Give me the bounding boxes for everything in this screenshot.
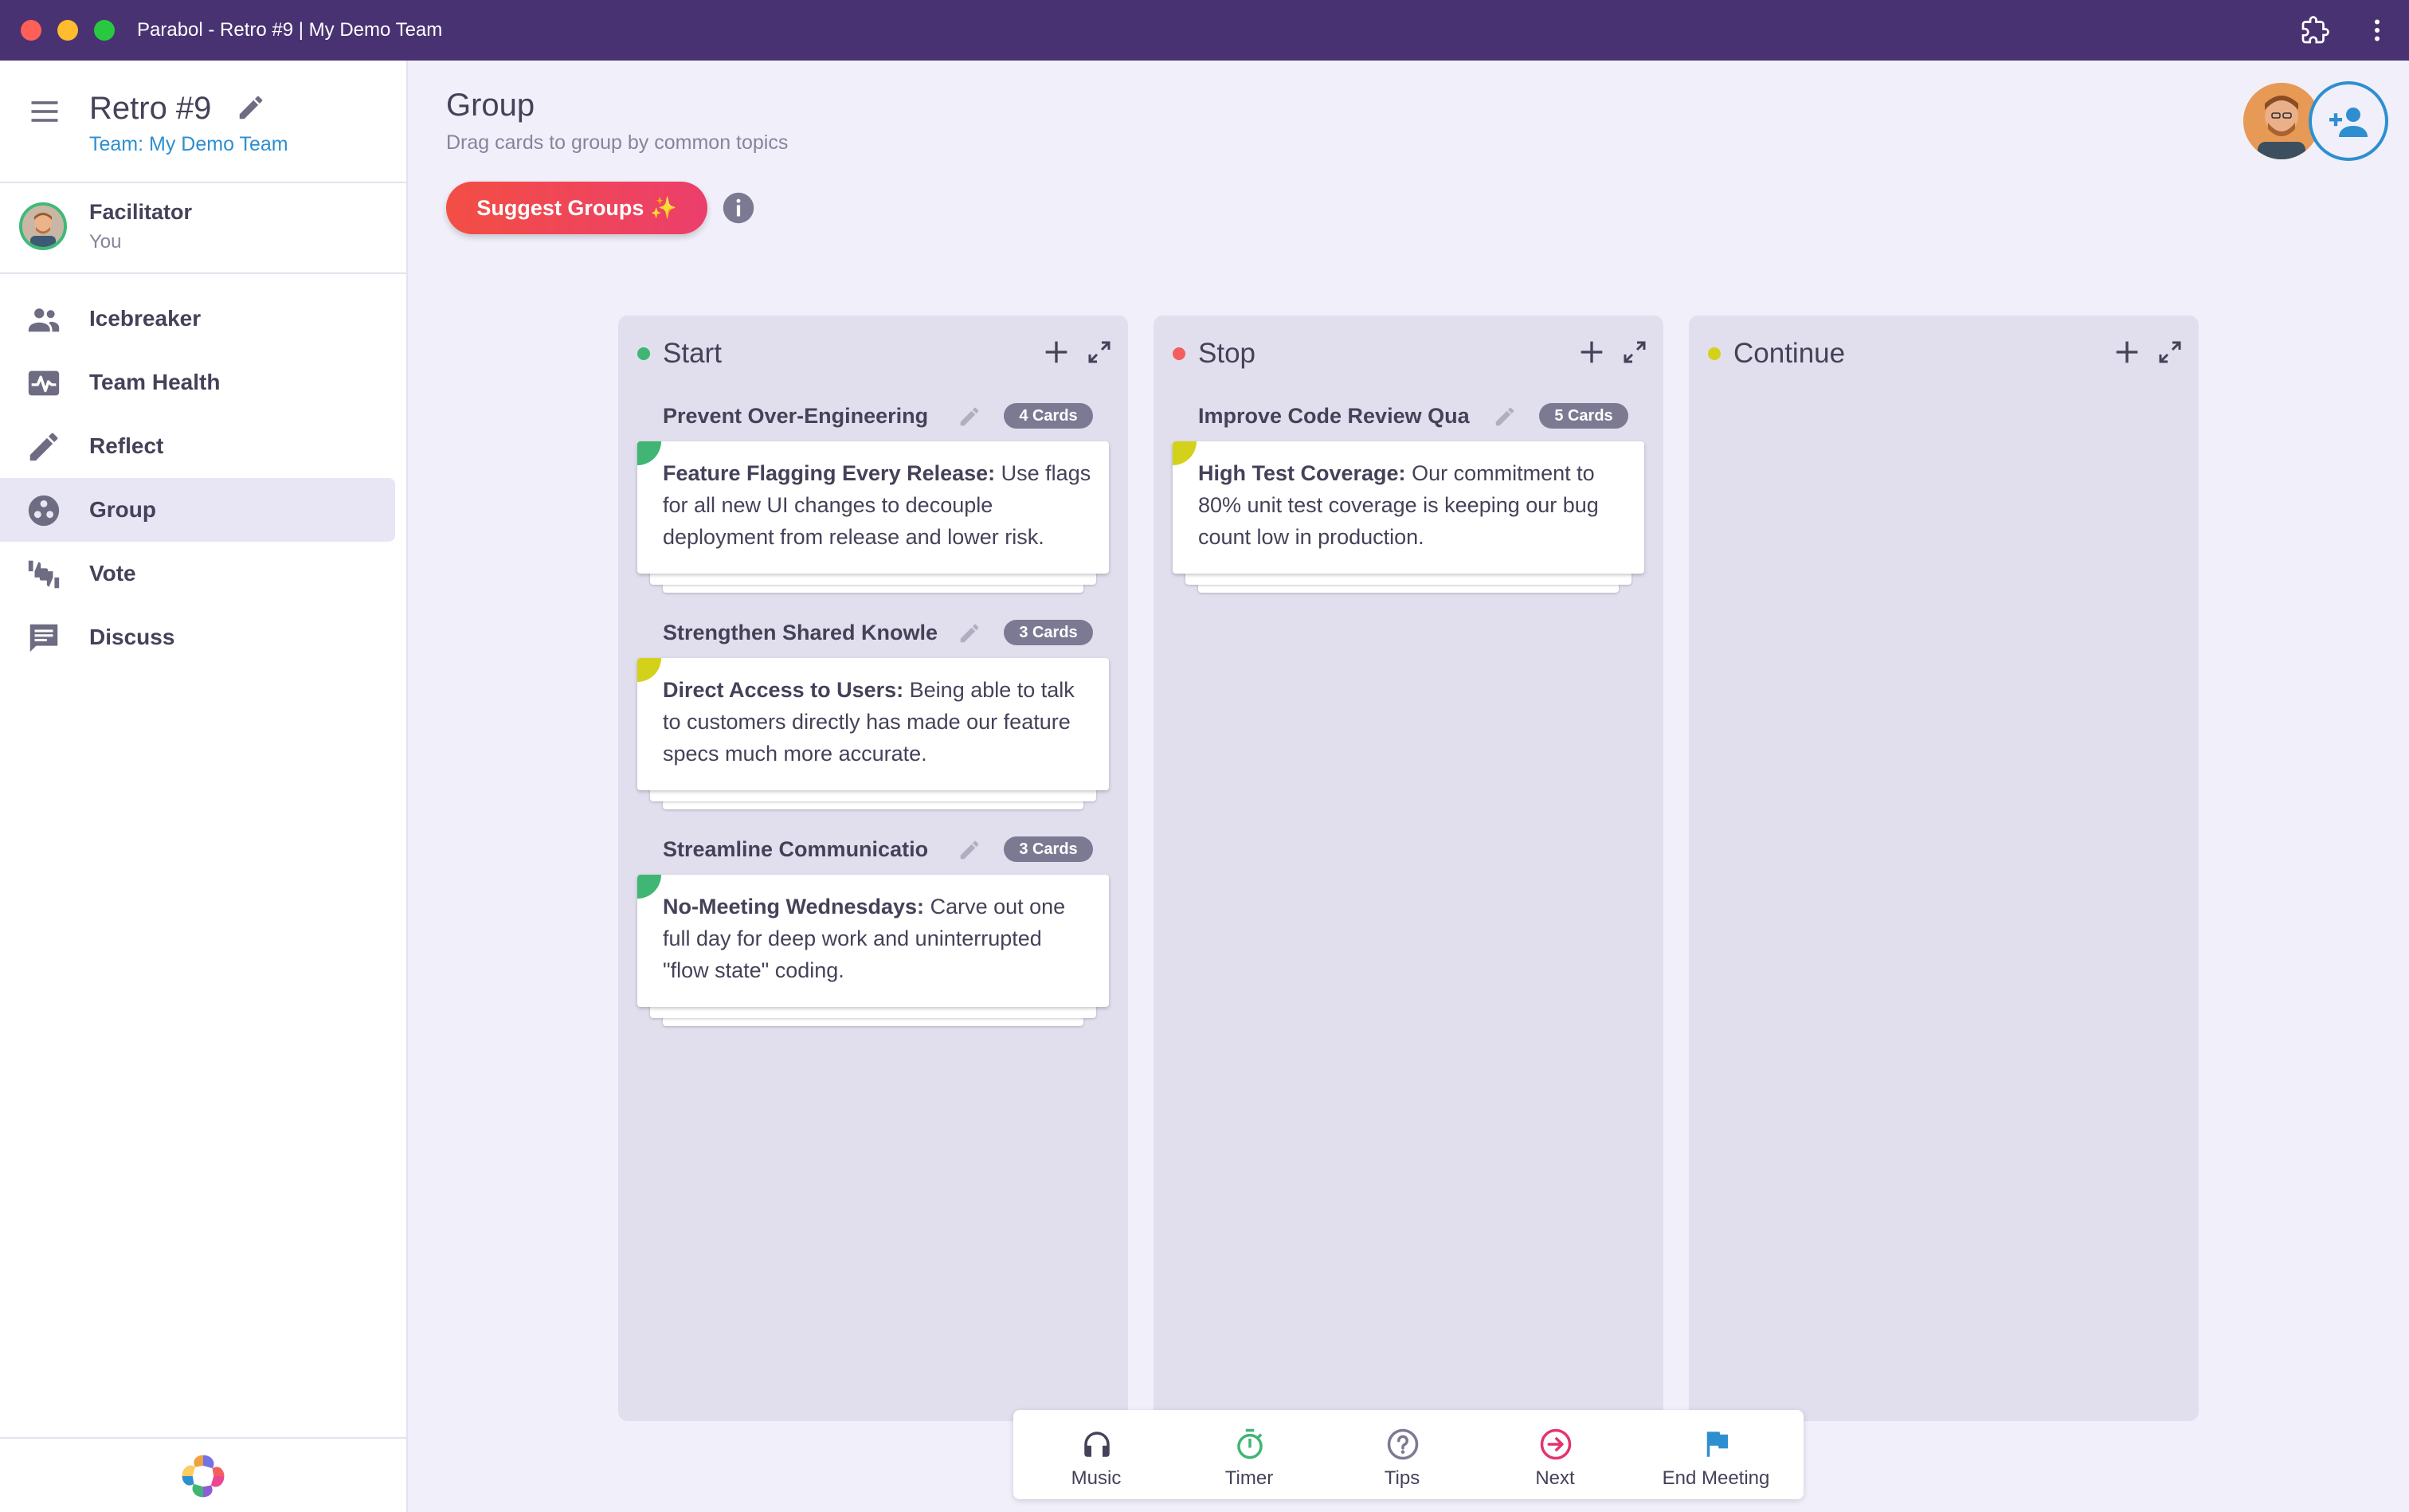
expand-icon[interactable] — [1085, 338, 1114, 366]
edit-icon[interactable] — [1493, 405, 1517, 429]
card-count-badge: 3 Cards — [1004, 836, 1093, 862]
card-text: No-Meeting Wednesdays: Carve out one ful… — [663, 895, 1066, 982]
sidebar-item-group[interactable]: Group — [0, 478, 395, 542]
reflection-card[interactable]: No-Meeting Wednesdays: Carve out one ful… — [637, 875, 1109, 1007]
sidebar: Retro #9 Team: My Demo Team Facilitator … — [0, 61, 408, 1512]
group-work-icon — [28, 495, 60, 527]
sidebar-divider — [0, 1437, 406, 1439]
parabol-logo-icon[interactable] — [177, 1450, 229, 1502]
thumbs-icon — [28, 560, 60, 589]
more-vert-icon[interactable] — [2368, 16, 2387, 45]
sidebar-item-discuss[interactable]: Discuss — [0, 605, 395, 669]
card-count-badge: 3 Cards — [1004, 620, 1093, 645]
group-title[interactable]: Prevent Over-Engineering — [663, 400, 943, 432]
column-stop: Stop Improve Code Review Qua 5 Cards Hig… — [1154, 315, 1663, 1421]
bottom-bar: Music Timer Tips Next End Meeting — [1013, 1410, 1804, 1499]
window-title: Parabol - Retro #9 | My Demo Team — [137, 19, 443, 41]
sidebar-item-label: Group — [89, 497, 156, 522]
edit-title-icon[interactable] — [236, 92, 266, 123]
facilitator-label: Facilitator — [89, 200, 193, 224]
music-button[interactable]: Music — [1024, 1410, 1168, 1499]
tips-button[interactable]: Tips — [1330, 1410, 1474, 1499]
minimize-window-button[interactable] — [57, 20, 78, 41]
info-icon[interactable] — [722, 191, 755, 225]
end-meeting-button[interactable]: End Meeting — [1644, 1410, 1788, 1499]
card-color-tag — [1173, 441, 1197, 465]
reflection-card[interactable]: Feature Flagging Every Release: Use flag… — [637, 441, 1109, 574]
flag-icon — [1706, 1432, 1728, 1457]
facilitator-sub: You — [89, 231, 122, 253]
menu-icon[interactable] — [27, 94, 62, 129]
edit-icon[interactable] — [958, 405, 981, 429]
help-icon — [1387, 1428, 1419, 1460]
column-color-dot — [1708, 347, 1721, 360]
card-color-tag — [637, 875, 661, 899]
chat-icon — [29, 624, 58, 652]
sidebar-item-label: Team Health — [89, 370, 221, 394]
sidebar-item-team-health[interactable]: Team Health — [0, 351, 395, 414]
bottom-bar-label: Tips — [1384, 1467, 1420, 1489]
column-title: Continue — [1733, 338, 1846, 369]
sidebar-item-vote[interactable]: Vote — [0, 542, 395, 605]
column-start: Start Prevent Over-Engineering 4 Cards F… — [618, 315, 1128, 1421]
facilitator-avatar — [19, 202, 67, 250]
add-icon[interactable] — [2111, 336, 2143, 368]
add-icon[interactable] — [1040, 336, 1072, 368]
sidebar-item-icebreaker[interactable]: Icebreaker — [0, 287, 395, 351]
timer-button[interactable]: Timer — [1177, 1410, 1321, 1499]
bottom-bar-label: Music — [1071, 1467, 1122, 1489]
team-link[interactable]: Team: My Demo Team — [89, 131, 288, 158]
invite-user-button[interactable] — [2309, 81, 2388, 161]
close-window-button[interactable] — [21, 20, 41, 41]
headphones-icon — [1084, 1432, 1110, 1457]
card-count-badge: 5 Cards — [1539, 403, 1628, 429]
extension-icon[interactable] — [2301, 16, 2329, 45]
sidebar-item-label: Icebreaker — [89, 306, 202, 331]
column-color-dot — [637, 347, 650, 360]
phase-subtitle: Drag cards to group by common topics — [446, 131, 789, 154]
arrow-right-circle-icon — [1540, 1428, 1572, 1460]
bottom-bar-label: End Meeting — [1662, 1467, 1770, 1489]
timer-icon — [1237, 1428, 1263, 1459]
suggest-groups-button[interactable]: Suggest Groups ✨ — [446, 182, 707, 234]
column-continue: Continue — [1689, 315, 2199, 1421]
edit-icon[interactable] — [958, 838, 981, 862]
group-title[interactable]: Improve Code Review Qua — [1198, 400, 1479, 432]
column-title: Stop — [1198, 338, 1255, 369]
expand-icon[interactable] — [1620, 338, 1649, 366]
column-color-dot — [1173, 347, 1185, 360]
card-text: Feature Flagging Every Release: Use flag… — [663, 461, 1091, 549]
sidebar-item-reflect[interactable]: Reflect — [0, 414, 395, 478]
bottom-bar-label: Timer — [1224, 1467, 1274, 1489]
group-title[interactable]: Strengthen Shared Knowle — [663, 617, 943, 648]
reflection-card[interactable]: Direct Access to Users: Being able to ta… — [637, 658, 1109, 790]
next-button[interactable]: Next — [1483, 1410, 1627, 1499]
sidebar-item-label: Reflect — [89, 433, 164, 458]
reflection-card[interactable]: High Test Coverage: Our commitment to 80… — [1173, 441, 1644, 574]
group-title[interactable]: Streamline Communicatio — [663, 833, 943, 865]
heart-pulse-icon — [28, 370, 60, 396]
person-add-icon — [2329, 108, 2368, 137]
card-color-tag — [637, 658, 661, 682]
phase-title: Group — [446, 88, 535, 123]
card-text: High Test Coverage: Our commitment to 80… — [1198, 461, 1599, 549]
edit-icon[interactable] — [958, 621, 981, 645]
title-bar: Parabol - Retro #9 | My Demo Team — [0, 0, 2409, 61]
group-icon — [28, 308, 60, 332]
sidebar-item-label: Discuss — [89, 625, 175, 649]
card-color-tag — [637, 441, 661, 465]
sidebar-divider — [0, 182, 406, 183]
card-text: Direct Access to Users: Being able to ta… — [663, 678, 1075, 766]
sidebar-divider — [0, 272, 406, 274]
expand-icon[interactable] — [2156, 338, 2184, 366]
bottom-bar-label: Next — [1535, 1467, 1575, 1489]
pencil-icon — [29, 433, 58, 461]
sidebar-item-label: Vote — [89, 561, 136, 586]
add-icon[interactable] — [1576, 336, 1608, 368]
card-count-badge: 4 Cards — [1004, 403, 1093, 429]
column-title: Start — [663, 338, 722, 369]
maximize-window-button[interactable] — [94, 20, 115, 41]
meeting-title: Retro #9 — [89, 91, 212, 126]
